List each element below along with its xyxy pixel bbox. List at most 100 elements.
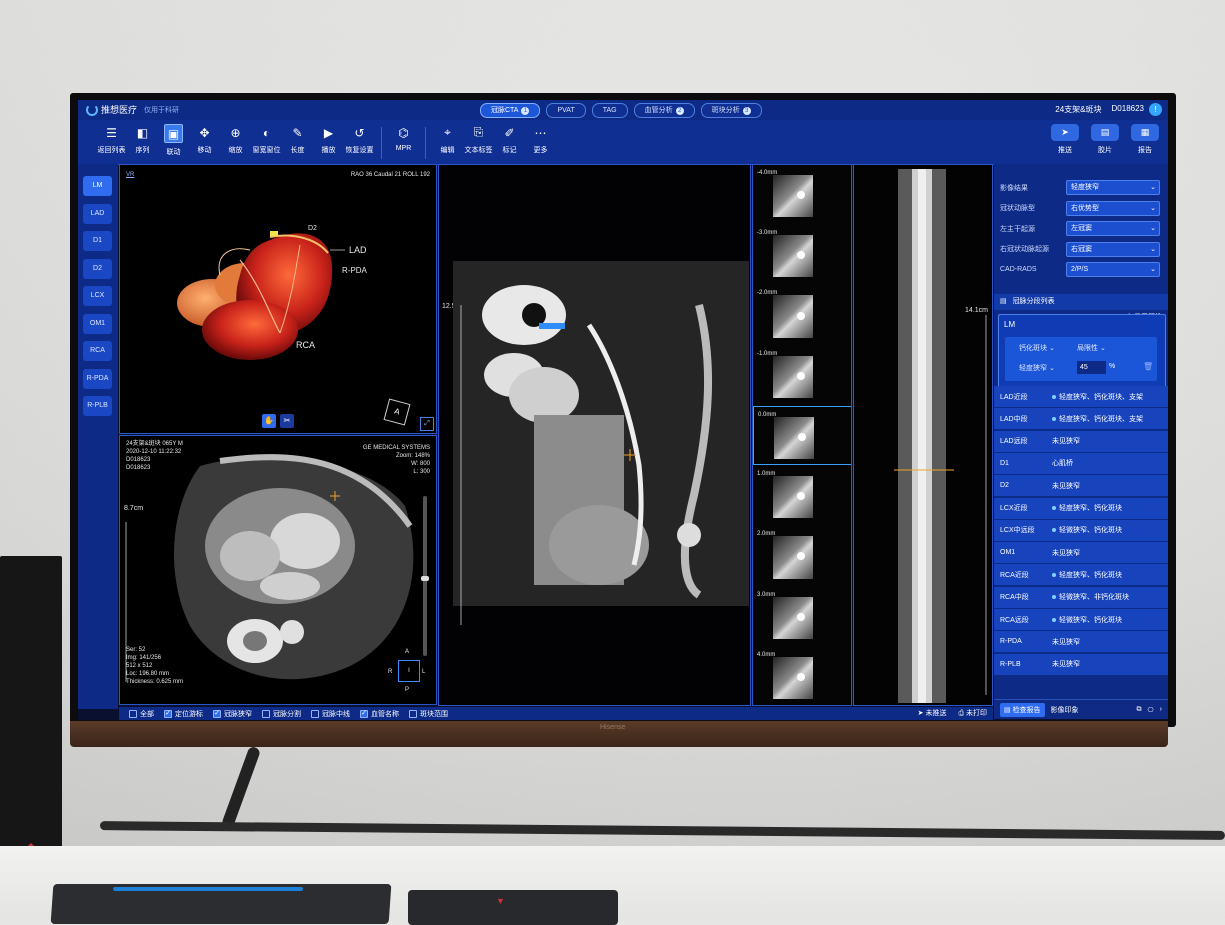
checkbox[interactable] bbox=[129, 709, 137, 718]
copy-icon[interactable]: ⧉ bbox=[1137, 706, 1142, 714]
push-status[interactable]: ➤ 未推送 bbox=[918, 708, 947, 718]
overlay-option[interactable]: 冠脉中线 bbox=[311, 709, 350, 719]
cpr-panel[interactable]: 12.5cm bbox=[438, 164, 751, 706]
tab-0[interactable]: 冠脉CTA 1 bbox=[480, 103, 541, 118]
tool-report-button[interactable]: ▦ 报告 bbox=[1128, 124, 1162, 155]
segment-row[interactable]: LAD近段 轻度狭窄、钙化斑块、支架 bbox=[994, 386, 1168, 408]
overlay-option[interactable]: ✓ 血管名称 bbox=[360, 709, 399, 719]
text-label-icon: ⎘ bbox=[473, 125, 484, 139]
overlay-option[interactable]: ✓ 冠脉狭窄 bbox=[213, 709, 252, 719]
sculpt-icon[interactable]: ✂ bbox=[280, 414, 294, 428]
cross-section-cell[interactable]: 1.0mm bbox=[753, 466, 851, 525]
cross-section-cell[interactable]: 2.0mm bbox=[753, 526, 851, 585]
chevron-right-icon[interactable]: › bbox=[1160, 706, 1162, 714]
stenosis-select[interactable]: 轻度狭窄 ⌄ bbox=[1019, 363, 1055, 373]
cross-section-cell[interactable]: -1.0mm bbox=[753, 346, 851, 405]
segment-row[interactable]: D2 未见狭窄 bbox=[994, 475, 1168, 498]
overlay-option[interactable]: ✓ 定位游标 bbox=[164, 709, 203, 719]
form-select[interactable]: 轻度狭窄 ⌄ bbox=[1066, 180, 1160, 195]
tool-film-button[interactable]: ▤ 胶片 bbox=[1088, 124, 1122, 155]
cross-section-cell[interactable]: -4.0mm bbox=[753, 165, 851, 224]
lock-icon[interactable]: ⎔ bbox=[1148, 706, 1154, 714]
vr-panel[interactable]: VR RAO 36 Caudal 21 ROLL 192 D2 LAD R-PD… bbox=[119, 164, 437, 434]
cross-section-cell[interactable]: -2.0mm bbox=[753, 285, 851, 344]
tool-edit-button[interactable]: ⌖ 编辑 bbox=[432, 124, 463, 159]
tool-series-button[interactable]: ◧ 序列 bbox=[127, 124, 158, 159]
overlay-option[interactable]: 冠脉分割 bbox=[262, 709, 301, 719]
slice-scrollbar[interactable] bbox=[421, 496, 429, 656]
cross-section-cell[interactable]: 3.0mm bbox=[753, 587, 851, 646]
segment-row[interactable]: RCA远段 轻微狭窄、钙化斑块 bbox=[994, 609, 1168, 631]
slice-scrollbar-thumb[interactable] bbox=[421, 576, 429, 581]
nav-item-lm[interactable]: LM bbox=[83, 176, 112, 196]
rotate-icon[interactable]: ✋ bbox=[262, 414, 276, 428]
tool-label: 推送 bbox=[1058, 147, 1072, 154]
stenosis-percent-input[interactable]: 45 bbox=[1077, 361, 1106, 374]
tab-3[interactable]: 血管分析 2 bbox=[633, 103, 695, 118]
tool-reset-button[interactable]: ↺ 恢复设置 bbox=[344, 124, 375, 159]
tool-linkage-button[interactable]: ▣ 联动 bbox=[158, 124, 189, 159]
overlay-option[interactable]: 全部 bbox=[129, 709, 154, 719]
user-icon[interactable]: ! bbox=[1149, 103, 1162, 116]
nav-item-d1[interactable]: D1 bbox=[83, 231, 112, 251]
print-status[interactable]: ⎙ 未打印 bbox=[958, 708, 987, 718]
nav-item-lcx[interactable]: LCX bbox=[83, 286, 112, 306]
checkbox[interactable]: ✓ bbox=[164, 709, 172, 718]
tool-mark-button[interactable]: ✐ 标记 bbox=[494, 124, 525, 159]
nav-item-r-pda[interactable]: R-PDA bbox=[83, 368, 112, 389]
nav-item-lad[interactable]: LAD bbox=[83, 203, 112, 224]
nav-item-om1[interactable]: OM1 bbox=[83, 313, 112, 334]
segment-row[interactable]: RCA中段 轻微狭窄、非钙化斑块 bbox=[994, 586, 1168, 609]
checkbox[interactable] bbox=[311, 709, 319, 718]
form-select[interactable]: 左冠窦 ⌄ bbox=[1066, 221, 1160, 236]
tab-2[interactable]: TAG bbox=[591, 103, 628, 118]
edit-icon: ⌖ bbox=[444, 125, 451, 139]
cross-section-cell[interactable]: 4.0mm bbox=[753, 647, 851, 705]
form-select[interactable]: 2/P/S ⌄ bbox=[1066, 262, 1160, 277]
vessel-dot bbox=[797, 612, 805, 621]
segment-row[interactable]: LAD中段 轻度狭窄、钙化斑块、支架 bbox=[994, 408, 1168, 431]
cross-section-cell[interactable]: 0.0mm bbox=[753, 405, 851, 466]
nav-item-rca[interactable]: RCA bbox=[83, 341, 112, 361]
expand-icon[interactable]: ⤢ bbox=[420, 417, 434, 431]
form-select[interactable]: 右优势型 ⌄ bbox=[1066, 200, 1160, 216]
straightened-panel[interactable]: 14.1cm bbox=[853, 164, 993, 706]
cross-section-cell[interactable]: -3.0mm bbox=[753, 225, 851, 284]
form-select[interactable]: 右冠窦 ⌄ bbox=[1066, 241, 1160, 257]
tool-more-button[interactable]: ⋯ 更多 bbox=[525, 124, 556, 159]
tool-window-button[interactable]: ◐ 窗宽窗位 bbox=[251, 124, 282, 159]
checkbox[interactable] bbox=[409, 709, 417, 718]
segment-row[interactable]: D1 心肌桥 bbox=[994, 452, 1168, 475]
tool-list-button[interactable]: ☰ 返回列表 bbox=[96, 124, 127, 159]
tool-text-label-button[interactable]: ⎘ 文本标签 bbox=[463, 124, 494, 159]
segment-row[interactable]: LAD远段 未见狭窄 bbox=[994, 430, 1168, 453]
tool-ruler-button[interactable]: ✎ 长度 bbox=[282, 124, 313, 159]
segment-row[interactable]: R-PDA 未见狭窄 bbox=[994, 631, 1168, 654]
tool-mpr-button[interactable]: ⌬ MPR bbox=[388, 124, 419, 159]
plaque-extent-select[interactable]: 局限性 ⌄ bbox=[1077, 343, 1106, 353]
tool-zoom-button[interactable]: ⊕ 缩放 bbox=[220, 124, 251, 159]
overlay-option[interactable]: 斑块范围 bbox=[409, 709, 448, 719]
delete-icon[interactable]: 🗑 bbox=[1143, 362, 1153, 371]
axial-panel[interactable]: 24支架&斑块 065Y M 2020-12-10 11:22:32 D018623… bbox=[119, 435, 437, 705]
segment-row[interactable]: LCX近段 轻度狭窄、钙化斑块 bbox=[994, 497, 1168, 520]
checkbox[interactable] bbox=[262, 709, 270, 718]
mousepad: ▼ bbox=[408, 890, 618, 925]
checkbox[interactable]: ✓ bbox=[360, 709, 368, 718]
tool-play-button[interactable]: ▶ 播放 bbox=[313, 124, 344, 159]
segment-row[interactable]: R-PLB 未见狭窄 bbox=[994, 653, 1168, 676]
segment-row[interactable]: RCA近段 轻度狭窄、钙化斑块 bbox=[994, 564, 1168, 587]
tab-image-impression[interactable]: 影像印象 bbox=[1051, 705, 1079, 715]
nav-item-r-plb[interactable]: R-PLB bbox=[83, 396, 112, 416]
tool-send-button[interactable]: ➤ 推送 bbox=[1048, 124, 1082, 155]
segment-row[interactable]: OM1 未见狭窄 bbox=[994, 542, 1168, 565]
tab-4[interactable]: 斑块分析 3 bbox=[700, 103, 762, 118]
plaque-type-select[interactable]: 钙化斑块 ⌄ bbox=[1019, 343, 1055, 353]
segment-row[interactable]: LCX中远段 轻微狭窄、钙化斑块 bbox=[994, 519, 1168, 542]
nav-item-d2[interactable]: D2 bbox=[83, 258, 112, 279]
tool-move-button[interactable]: ✥ 移动 bbox=[189, 124, 220, 159]
tab-exam-report[interactable]: ▤ 检查报告 bbox=[1000, 702, 1045, 717]
tab-1[interactable]: PVAT bbox=[546, 103, 586, 118]
app-subtitle: 仅用于科研 bbox=[144, 106, 180, 114]
checkbox[interactable]: ✓ bbox=[213, 709, 221, 718]
